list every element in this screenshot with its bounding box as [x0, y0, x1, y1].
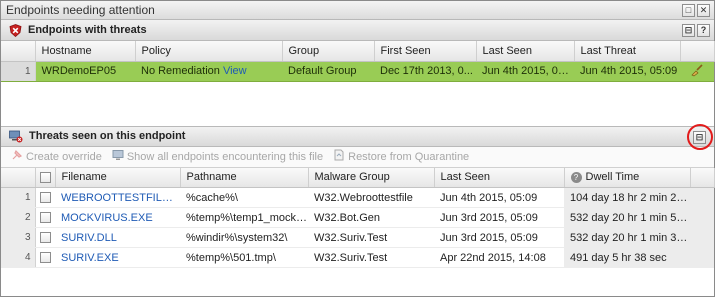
show-all-endpoints-button[interactable]: Show all endpoints encountering this fil…	[112, 149, 323, 164]
computer-icon	[112, 149, 124, 164]
threats-table-header: Hostname Policy Group First Seen Last Se…	[1, 41, 715, 62]
window-title-bar: Endpoints needing attention □ ✕	[1, 1, 714, 20]
view-policy-link[interactable]: View	[223, 65, 247, 77]
col-last-threat[interactable]: Last Threat	[574, 41, 681, 62]
pathname-cell: %temp%\501.tmp\	[180, 247, 308, 268]
row-number: 3	[1, 227, 36, 248]
row-checkbox[interactable]	[39, 232, 51, 244]
hostname-cell: WRDemoEP05	[35, 61, 135, 82]
table-row[interactable]: 2 MOCKVIRUS.EXE %temp%\temp1_mockvir... …	[1, 207, 714, 228]
pathname-cell: %temp%\temp1_mockvir...	[180, 207, 308, 228]
col-filename[interactable]: Filename	[55, 167, 181, 188]
endpoints-window: Endpoints needing attention □ ✕ Endpoint…	[0, 0, 715, 297]
table-row[interactable]: 3 SURIV.DLL %windir%\system32\ W32.Suriv…	[1, 227, 714, 248]
last-seen-cell: Jun 3rd 2015, 05:09	[434, 207, 564, 228]
row-checkbox[interactable]	[39, 252, 51, 264]
last-seen-cell: Jun 4th 2015, 09:57	[476, 61, 574, 82]
threats-panel-title: Endpoints with threats	[28, 24, 147, 36]
policy-cell: No Remediation View	[135, 61, 282, 82]
malware-group-cell: W32.Webroottestfile	[308, 187, 434, 208]
col-dwell-time[interactable]: ? Dwell Time	[564, 167, 691, 188]
help-icon[interactable]: ?	[570, 171, 582, 183]
select-all-checkbox[interactable]	[39, 171, 51, 183]
threats-panel-header: Endpoints with threats ⊟ ?	[1, 20, 714, 41]
maximize-button[interactable]: □	[682, 4, 695, 17]
dwell-time-cell: 532 day 20 hr 1 min 37 sec	[564, 227, 690, 248]
table-row[interactable]: 4 SURIV.EXE %temp%\501.tmp\ W32.Suriv.Te…	[1, 247, 714, 268]
window-title: Endpoints needing attention	[6, 3, 155, 17]
row-number: 1	[1, 187, 36, 208]
panel-collapse-button[interactable]: ⊟	[682, 24, 695, 37]
close-button[interactable]: ✕	[697, 4, 710, 17]
cleanup-icon[interactable]	[680, 61, 714, 82]
filename-link[interactable]: SURIV.DLL	[55, 227, 180, 248]
last-seen-cell: Jun 3rd 2015, 05:09	[434, 227, 564, 248]
malware-group-cell: W32.Bot.Gen	[308, 207, 434, 228]
last-seen-cell: Jun 4th 2015, 05:09	[434, 187, 564, 208]
pathname-cell: %cache%\	[180, 187, 308, 208]
endpoint-panel-title: Threats seen on this endpoint	[29, 130, 186, 142]
col-malware-group[interactable]: Malware Group	[308, 167, 435, 188]
table-row[interactable]: 1 WEBROOTTESTFILE.E... %cache%\ W32.Webr…	[1, 187, 714, 208]
dwell-time-cell: 491 day 5 hr 38 sec	[564, 247, 690, 268]
row-checkbox[interactable]	[39, 192, 51, 204]
last-threat-cell: Jun 4th 2015, 05:09	[574, 61, 680, 82]
threats-table: Hostname Policy Group First Seen Last Se…	[1, 41, 715, 82]
computer-threat-icon	[9, 130, 23, 143]
col-last-seen[interactable]: Last Seen	[434, 167, 565, 188]
col-pathname[interactable]: Pathname	[180, 167, 309, 188]
row-checkbox[interactable]	[39, 212, 51, 224]
row-number: 2	[1, 207, 36, 228]
last-seen-cell: Apr 22nd 2015, 14:08	[434, 247, 564, 268]
filename-link[interactable]: SURIV.EXE	[55, 247, 180, 268]
row-number: 1	[1, 61, 36, 82]
malware-group-cell: W32.Suriv.Test	[308, 247, 434, 268]
col-policy[interactable]: Policy	[135, 41, 283, 62]
dwell-time-cell: 532 day 20 hr 1 min 50 sec	[564, 207, 690, 228]
col-group[interactable]: Group	[282, 41, 375, 62]
filename-link[interactable]: MOCKVIRUS.EXE	[55, 207, 180, 228]
group-cell: Default Group	[282, 61, 374, 82]
pin-icon	[11, 149, 23, 164]
threats-table-empty-area	[1, 82, 714, 126]
table-row[interactable]: 1 WRDemoEP05 No Remediation View Default…	[1, 61, 714, 82]
endpoint-panel-header: Threats seen on this endpoint ⊟	[1, 123, 714, 150]
malware-group-cell: W32.Suriv.Test	[308, 227, 434, 248]
filename-link[interactable]: WEBROOTTESTFILE.E...	[55, 187, 180, 208]
endpoint-table-header: Filename Pathname Malware Group Last See…	[1, 167, 715, 188]
dwell-time-cell: 104 day 18 hr 2 min 20 sec	[564, 187, 690, 208]
first-seen-cell: Dec 17th 2013, 0...	[374, 61, 476, 82]
endpoint-toolbar: Create override Show all endpoints encou…	[1, 146, 714, 168]
col-last-seen[interactable]: Last Seen	[476, 41, 575, 62]
restore-quarantine-button[interactable]: Restore from Quarantine	[333, 149, 469, 164]
panel-collapse-button[interactable]: ⊟	[693, 130, 706, 144]
row-number: 4	[1, 247, 36, 268]
pathname-cell: %windir%\system32\	[180, 227, 308, 248]
col-first-seen[interactable]: First Seen	[374, 41, 477, 62]
shield-alert-icon	[9, 23, 22, 37]
col-hostname[interactable]: Hostname	[35, 41, 136, 62]
help-icon[interactable]: ?	[697, 24, 710, 37]
create-override-button[interactable]: Create override	[11, 149, 102, 164]
endpoint-threats-table: Filename Pathname Malware Group Last See…	[1, 167, 715, 268]
document-restore-icon	[333, 149, 345, 164]
